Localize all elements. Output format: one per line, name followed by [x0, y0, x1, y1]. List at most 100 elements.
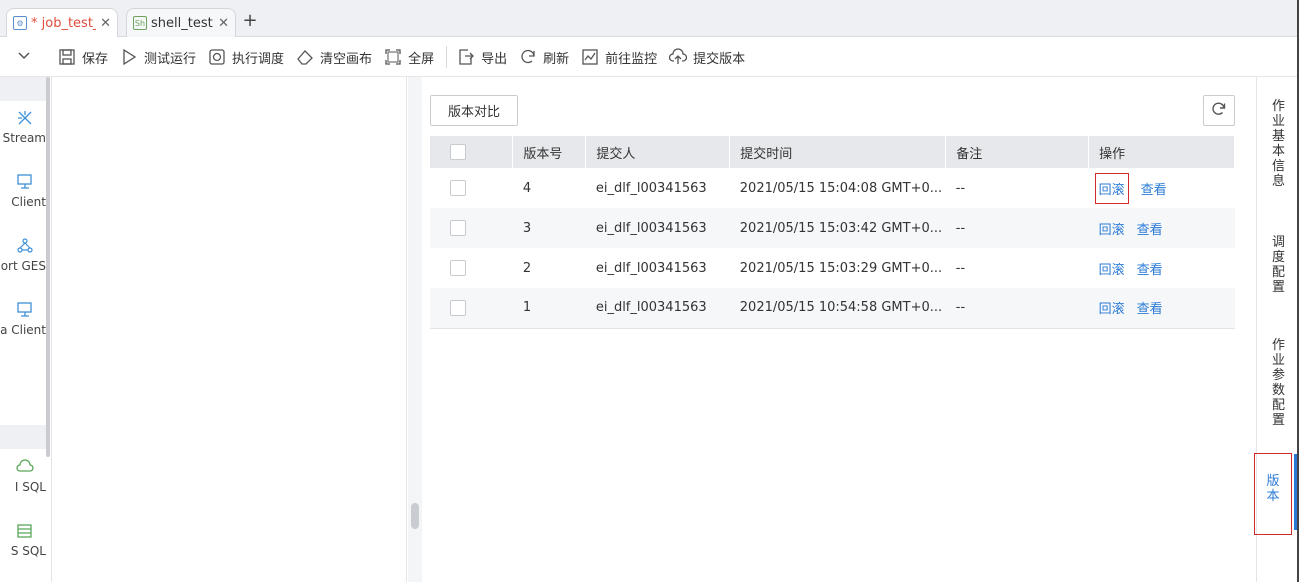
column-header: 备注	[945, 136, 1090, 168]
rollback-link[interactable]: 回滚	[1094, 172, 1129, 204]
save-icon	[58, 48, 76, 66]
schedule-button[interactable]: 执行调度	[208, 37, 284, 77]
view-link[interactable]: 查看	[1137, 223, 1163, 238]
palette-item-client[interactable]: Client	[0, 173, 46, 209]
palette-item-data-client[interactable]: a Client	[0, 301, 46, 337]
shell-script-icon: Sh	[133, 16, 147, 30]
table-row: 3 ei_dlf_l00341563 2021/05/15 15:03:42 G…	[430, 208, 1235, 248]
note-cell: --	[955, 180, 966, 196]
palette-item-label: S SQL	[10, 544, 46, 558]
refresh-versions-button[interactable]	[1203, 95, 1235, 126]
note-cell: --	[945, 208, 1089, 248]
test-run-button[interactable]: 测试运行	[120, 37, 196, 77]
view-link[interactable]: 查看	[1137, 302, 1163, 317]
editor-tab-bar: ⚙ * job_test_... ✕ Sh shell_test ✕ +	[0, 0, 1299, 37]
job-canvas[interactable]	[53, 77, 407, 582]
toolbar: 保存 测试运行 执行调度 清空画布 全屏 导出 刷新 前往监控 提交版本	[0, 37, 1299, 77]
palette-item-ges[interactable]: ort GES	[0, 237, 46, 273]
close-icon[interactable]: ✕	[218, 16, 229, 31]
client-icon	[16, 301, 34, 319]
palette-item-label: Client	[11, 195, 46, 209]
drag-handle-icon[interactable]	[411, 503, 419, 529]
palette-item-label: I SQL	[14, 480, 46, 494]
refresh-label: 刷新	[543, 51, 570, 67]
refresh-button[interactable]: 刷新	[519, 37, 569, 77]
play-icon	[120, 48, 138, 66]
fullscreen-icon	[384, 48, 402, 66]
time-cell: 2021/05/15 15:03:42 GMT+0...	[729, 208, 946, 248]
rollback-link[interactable]: 回滚	[1099, 263, 1125, 278]
note-cell: --	[945, 288, 1089, 329]
time-cell: 2021/05/15 10:54:58 GMT+0...	[729, 288, 946, 329]
toolbar-divider	[446, 46, 448, 68]
version-compare-button[interactable]: 版本对比	[430, 95, 518, 126]
tab-job-basic-info[interactable]: 作业基本信息	[1257, 99, 1299, 189]
column-header: 版本号	[512, 136, 587, 168]
tab-label: 作业基本信息	[1271, 99, 1285, 189]
panel-splitter[interactable]	[408, 77, 422, 582]
actions-cell: 回滚 查看	[1089, 248, 1235, 288]
column-header: 提交时间	[729, 136, 947, 168]
palette-item-label: Stream	[2, 131, 46, 145]
database-icon	[16, 522, 34, 540]
row-checkbox[interactable]	[450, 299, 466, 316]
submit-version-button[interactable]: 提交版本	[668, 37, 746, 77]
client-icon	[16, 173, 34, 191]
export-button[interactable]: 导出	[457, 37, 507, 77]
submitter-cell: ei_dlf_l00341563	[585, 208, 730, 248]
close-icon[interactable]: ✕	[100, 16, 111, 31]
palette-item-sql[interactable]: I SQL	[0, 458, 46, 494]
tab-label: 作业参数配置	[1271, 338, 1285, 428]
monitor-icon	[581, 48, 599, 66]
view-link[interactable]: 查看	[1137, 263, 1163, 278]
actions-cell: 回滚 查看	[1088, 288, 1235, 329]
rollback-link[interactable]: 回滚	[1099, 302, 1125, 317]
chevron-down-icon[interactable]	[16, 48, 36, 68]
version-cell: 4	[522, 180, 532, 196]
test-run-label: 测试运行	[144, 51, 197, 67]
tab-label: shell_test	[151, 15, 213, 31]
palette-item-label: ort GES	[0, 259, 46, 273]
sql-icon	[16, 458, 34, 476]
palette-section-header	[0, 425, 48, 449]
table-row: 1 ei_dlf_l00341563 2021/05/15 10:54:58 G…	[430, 288, 1235, 329]
view-link[interactable]: 查看	[1141, 183, 1167, 198]
rollback-link[interactable]: 回滚	[1099, 223, 1125, 238]
palette-section-header	[0, 77, 48, 101]
submitter-cell: ei_dlf_l00341563	[595, 180, 707, 196]
palette-scrollbar[interactable]	[46, 77, 50, 457]
export-label: 导出	[481, 51, 508, 67]
refresh-icon	[1211, 101, 1227, 121]
tab-schedule-config[interactable]: 调度配置	[1257, 235, 1299, 295]
palette-item-stream[interactable]: Stream	[0, 109, 46, 145]
palette-item-dws-sql[interactable]: S SQL	[0, 522, 46, 558]
select-all-checkbox[interactable]	[450, 144, 466, 160]
save-button[interactable]: 保存	[58, 37, 108, 77]
table-row: 4 ei_dlf_l00341563 2021/05/15 15:04:08 G…	[430, 168, 1235, 208]
tab-job-params[interactable]: 作业参数配置	[1257, 338, 1299, 428]
submit-version-label: 提交版本	[693, 51, 746, 67]
tab-version[interactable]: 版本	[1254, 453, 1297, 535]
row-checkbox[interactable]	[450, 220, 466, 236]
schedule-icon	[208, 48, 226, 66]
row-checkbox[interactable]	[450, 260, 466, 276]
tab-label: 调度配置	[1271, 235, 1285, 295]
column-header: 提交人	[585, 136, 731, 168]
node-palette: Stream Client ort GES a Client I SQL S S…	[0, 77, 52, 582]
tab-job-test[interactable]: ⚙ * job_test_... ✕	[6, 8, 118, 37]
app-root: ⚙ * job_test_... ✕ Sh shell_test ✕ + 保存 …	[0, 0, 1299, 582]
add-tab-button[interactable]: +	[240, 10, 260, 34]
tab-shell-test[interactable]: Sh shell_test ✕	[126, 8, 236, 37]
monitor-button[interactable]: 前往监控	[581, 37, 657, 77]
actions-cell: 回滚 查看	[1088, 208, 1235, 248]
clear-canvas-button[interactable]: 清空画布	[296, 37, 372, 77]
submitter-cell: ei_dlf_l00341563	[585, 288, 730, 329]
eraser-icon	[296, 48, 314, 66]
row-checkbox[interactable]	[450, 180, 466, 196]
submitter-cell: ei_dlf_l00341563	[595, 260, 707, 276]
ges-icon	[16, 237, 34, 255]
fullscreen-button[interactable]: 全屏	[384, 37, 434, 77]
version-cell: 2	[522, 260, 532, 276]
schedule-label: 执行调度	[232, 51, 285, 67]
clear-canvas-label: 清空画布	[320, 51, 373, 67]
